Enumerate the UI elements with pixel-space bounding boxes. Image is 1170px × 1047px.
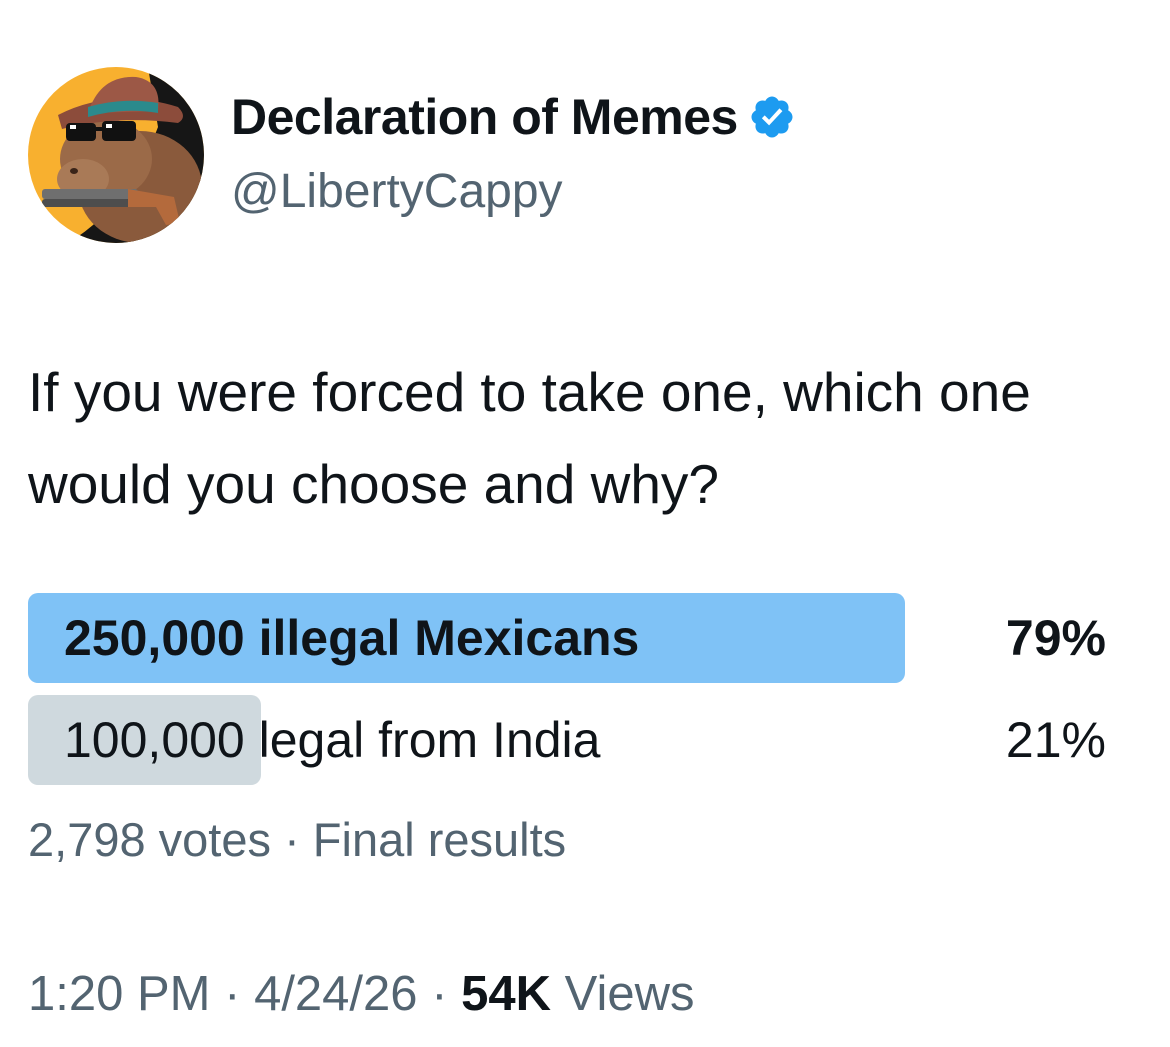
views-count[interactable]: 54K bbox=[461, 967, 551, 1021]
poll-option-label: 100,000 legal from India bbox=[64, 712, 601, 768]
poll-votes: 2,798 votes bbox=[28, 813, 272, 866]
tweet-metadata: 1:20 PM · 4/24/26 · 54K Views bbox=[28, 966, 694, 1022]
poll-option: 250,000 illegal Mexicans 79% bbox=[28, 593, 1118, 683]
avatar[interactable] bbox=[28, 67, 204, 243]
display-name[interactable]: Declaration of Memes bbox=[231, 88, 738, 146]
separator-dot: · bbox=[284, 813, 300, 866]
poll-status: Final results bbox=[312, 813, 567, 866]
poll-option-percent: 79% bbox=[1005, 610, 1106, 666]
poll-option-label: 250,000 illegal Mexicans bbox=[64, 610, 640, 666]
capybara-avatar-icon bbox=[28, 67, 204, 243]
poll-summary: 2,798 votes · Final results bbox=[28, 812, 566, 867]
poll-option-percent: 21% bbox=[1005, 712, 1106, 768]
tweet-time[interactable]: 1:20 PM bbox=[28, 967, 210, 1021]
views-label[interactable]: Views bbox=[565, 967, 695, 1021]
separator-dot: · bbox=[431, 967, 448, 1021]
verified-badge-icon bbox=[748, 93, 796, 141]
separator-dot: · bbox=[224, 967, 241, 1021]
tweet-text: If you were forced to take one, which on… bbox=[28, 361, 1031, 515]
poll-option: 100,000 legal from India 21% bbox=[28, 695, 1118, 785]
author-handle[interactable]: @LibertyCappy bbox=[231, 164, 563, 219]
tweet-date[interactable]: 4/24/26 bbox=[254, 967, 418, 1021]
